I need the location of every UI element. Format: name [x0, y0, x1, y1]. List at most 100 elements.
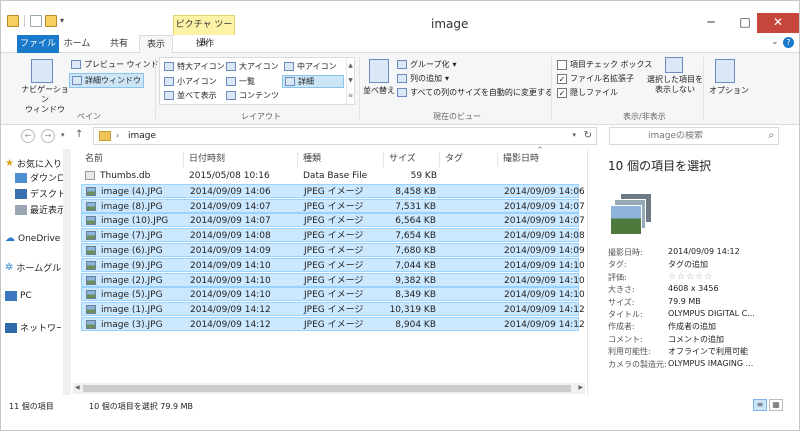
property-label: 作成者: — [608, 322, 635, 332]
size-columns-icon — [397, 88, 407, 97]
column-header-date[interactable]: 日付時刻 — [189, 151, 225, 167]
properties-icon[interactable] — [30, 15, 42, 27]
address-row: ← → ▾ ↑ › image ▾ ↻ ⌕ — [1, 125, 799, 147]
horizontal-scrollbar[interactable]: ◀ ▶ — [73, 383, 585, 394]
details-view-icon[interactable]: ≡ — [753, 399, 767, 411]
recent-locations-icon[interactable]: ▾ — [61, 131, 65, 139]
chevron-down-icon[interactable]: ▾ — [572, 131, 576, 139]
close-button[interactable]: ✕ — [757, 13, 799, 33]
large-icons-icon — [226, 62, 236, 71]
file-date: 2014/09/09 14:06 — [190, 186, 271, 197]
quick-access-toolbar: ▾ — [7, 15, 70, 27]
tab-manage[interactable]: 操作 — [187, 35, 223, 53]
nav-scrollbar[interactable] — [63, 149, 71, 395]
layout-small-icons[interactable]: 小アイコン — [164, 76, 217, 87]
scroll-left-icon[interactable]: ◀ — [75, 384, 80, 391]
small-icons-icon — [164, 77, 174, 86]
table-row[interactable]: image (4).JPG 2014/09/09 14:06 JPEG イメージ 8,… — [81, 183, 585, 198]
table-row[interactable]: image (5).JPG 2014/09/09 14:10 JPEG イメージ 8,… — [81, 287, 585, 302]
up-button[interactable]: ↑ — [75, 129, 83, 140]
tab-view[interactable]: 表示 — [139, 35, 173, 54]
column-header-date-taken[interactable]: 撮影日時 — [503, 151, 539, 167]
tab-file[interactable]: ファイル — [17, 35, 59, 53]
jpeg-file-icon — [86, 231, 96, 241]
search-box[interactable]: ⌕ — [609, 127, 779, 145]
layout-list[interactable]: 一覧 — [226, 76, 255, 87]
file-type: JPEG イメージ — [304, 186, 364, 197]
tab-share[interactable]: 共有 — [105, 35, 133, 53]
hide-selected-button[interactable]: 選択した項目を 表示しない — [647, 75, 703, 95]
table-row[interactable]: image (6).JPG 2014/09/09 14:09 JPEG イメージ 7,… — [81, 243, 585, 257]
refresh-icon[interactable]: ↻ — [584, 130, 592, 141]
options-icon[interactable] — [715, 59, 735, 83]
chevron-right-icon[interactable]: › — [116, 131, 119, 140]
sort-by-button[interactable]: 並べ替え — [363, 85, 395, 96]
hide-selected-icon[interactable] — [665, 57, 683, 73]
layout-medium-icons[interactable]: 中アイコン — [284, 61, 337, 72]
title-bar: ▾ ピクチャ ツール image ─ □ ✕ — [1, 1, 799, 48]
property-value[interactable]: コメントの追加 — [668, 334, 724, 345]
layout-tiles[interactable]: 並べて表示 — [164, 90, 217, 101]
file-extensions-toggle[interactable]: ✓ ファイル名拡張子 — [557, 73, 634, 84]
table-row[interactable]: image (3).JPG 2014/09/09 14:12 JPEG イメージ 8,… — [81, 317, 585, 331]
nav-favorites[interactable]: ★ お気に入り — [5, 157, 61, 170]
rating-stars[interactable]: ☆☆☆☆☆ — [668, 272, 713, 282]
preview-pane-icon — [71, 60, 81, 69]
search-input[interactable] — [648, 131, 758, 141]
tab-home[interactable]: ホーム — [63, 35, 91, 53]
table-row[interactable]: image (7).JPG 2014/09/09 14:08 JPEG イメージ 7,… — [81, 228, 585, 243]
layout-large-icons[interactable]: 大アイコン — [226, 61, 279, 72]
column-header-type[interactable]: 種類 — [303, 151, 321, 167]
table-row[interactable]: image (9).JPG 2014/09/09 14:10 JPEG イメージ 7,… — [81, 257, 585, 272]
layout-content[interactable]: コンテンツ — [226, 90, 279, 101]
layout-gallery-scroll[interactable]: ▲ ▼ ≡ — [346, 58, 354, 104]
back-button[interactable]: ← — [21, 129, 35, 143]
nav-onedrive[interactable]: ☁ OneDrive — [5, 233, 61, 244]
options-button[interactable]: オプション — [709, 85, 749, 96]
table-row[interactable]: image (10).JPG 2014/09/09 14:07 JPEG イメージ 6… — [81, 213, 585, 228]
help-icon[interactable]: ? — [783, 37, 794, 48]
group-by-button[interactable]: グループ化 ▾ — [397, 59, 457, 70]
customize-dropdown-icon[interactable]: ▾ — [60, 15, 70, 27]
nav-network[interactable]: ネットワーク — [5, 321, 61, 334]
property-value[interactable]: 作成者の追加 — [668, 321, 716, 332]
preview-pane-button[interactable]: プレビュー ウィンドウ — [71, 59, 167, 70]
add-columns-button[interactable]: 列の追加 ▾ — [397, 73, 449, 84]
hidden-items-toggle[interactable]: ✓ 隠しファイル — [557, 87, 618, 98]
scroll-right-icon[interactable]: ▶ — [578, 384, 583, 391]
column-header-size[interactable]: サイズ — [389, 151, 416, 167]
forward-button[interactable]: → — [41, 129, 55, 143]
large-icons-view-icon[interactable]: ▦ — [769, 399, 783, 411]
divider — [703, 57, 704, 121]
size-all-columns-button[interactable]: すべての列のサイズを自動的に変更する — [397, 87, 553, 98]
layout-extra-large-icons[interactable]: 特大アイコン — [164, 61, 225, 72]
nav-pc[interactable]: PC — [5, 291, 61, 301]
nav-homegroup[interactable]: ✲ホームグループ — [5, 261, 61, 274]
scrollbar-thumb[interactable] — [83, 385, 571, 392]
property-value[interactable]: タグの追加 — [668, 259, 708, 270]
navigation-pane-button[interactable]: ナビゲーション ウィンドウ — [21, 85, 69, 115]
layout-details[interactable]: 詳細 — [282, 75, 344, 88]
table-row[interactable]: image (2).JPG 2014/09/09 14:10 JPEG イメージ 9,… — [81, 272, 585, 287]
breadcrumb[interactable]: image — [128, 131, 156, 141]
column-header-name[interactable]: 名前 — [85, 151, 103, 167]
navigation-pane-icon[interactable] — [31, 59, 53, 83]
column-header-tags[interactable]: タグ — [445, 151, 463, 167]
new-folder-icon[interactable] — [45, 15, 57, 27]
property-value: 2014/09/09 14:12 — [668, 247, 740, 256]
desktop-icon — [15, 188, 27, 199]
jpeg-file-icon — [86, 216, 96, 226]
item-checkboxes-toggle[interactable]: 項目チェック ボックス — [557, 59, 652, 70]
divider — [155, 57, 156, 121]
search-icon[interactable]: ⌕ — [768, 130, 774, 141]
ribbon-view: ナビゲーション ウィンドウ プレビュー ウィンドウ 詳細ウィンドウ ペイン 特大… — [1, 53, 799, 125]
minimize-button[interactable]: ─ — [695, 13, 727, 33]
details-pane-button[interactable]: 詳細ウィンドウ — [69, 73, 144, 88]
table-row[interactable]: image (1).JPG 2014/09/09 14:12 JPEG イメージ 10… — [81, 302, 585, 317]
sort-by-icon[interactable] — [369, 59, 389, 83]
table-row[interactable]: image (8).JPG 2014/09/09 14:07 JPEG イメージ 7,… — [81, 198, 585, 213]
file-size: 7,680 KB — [395, 246, 436, 256]
expand-ribbon-icon[interactable]: ⌄ — [771, 37, 779, 47]
address-bar[interactable]: › image ▾ ↻ — [93, 127, 597, 145]
table-row[interactable]: Thumbs.db 2015/05/08 10:16 Data Base File 5… — [81, 169, 579, 183]
